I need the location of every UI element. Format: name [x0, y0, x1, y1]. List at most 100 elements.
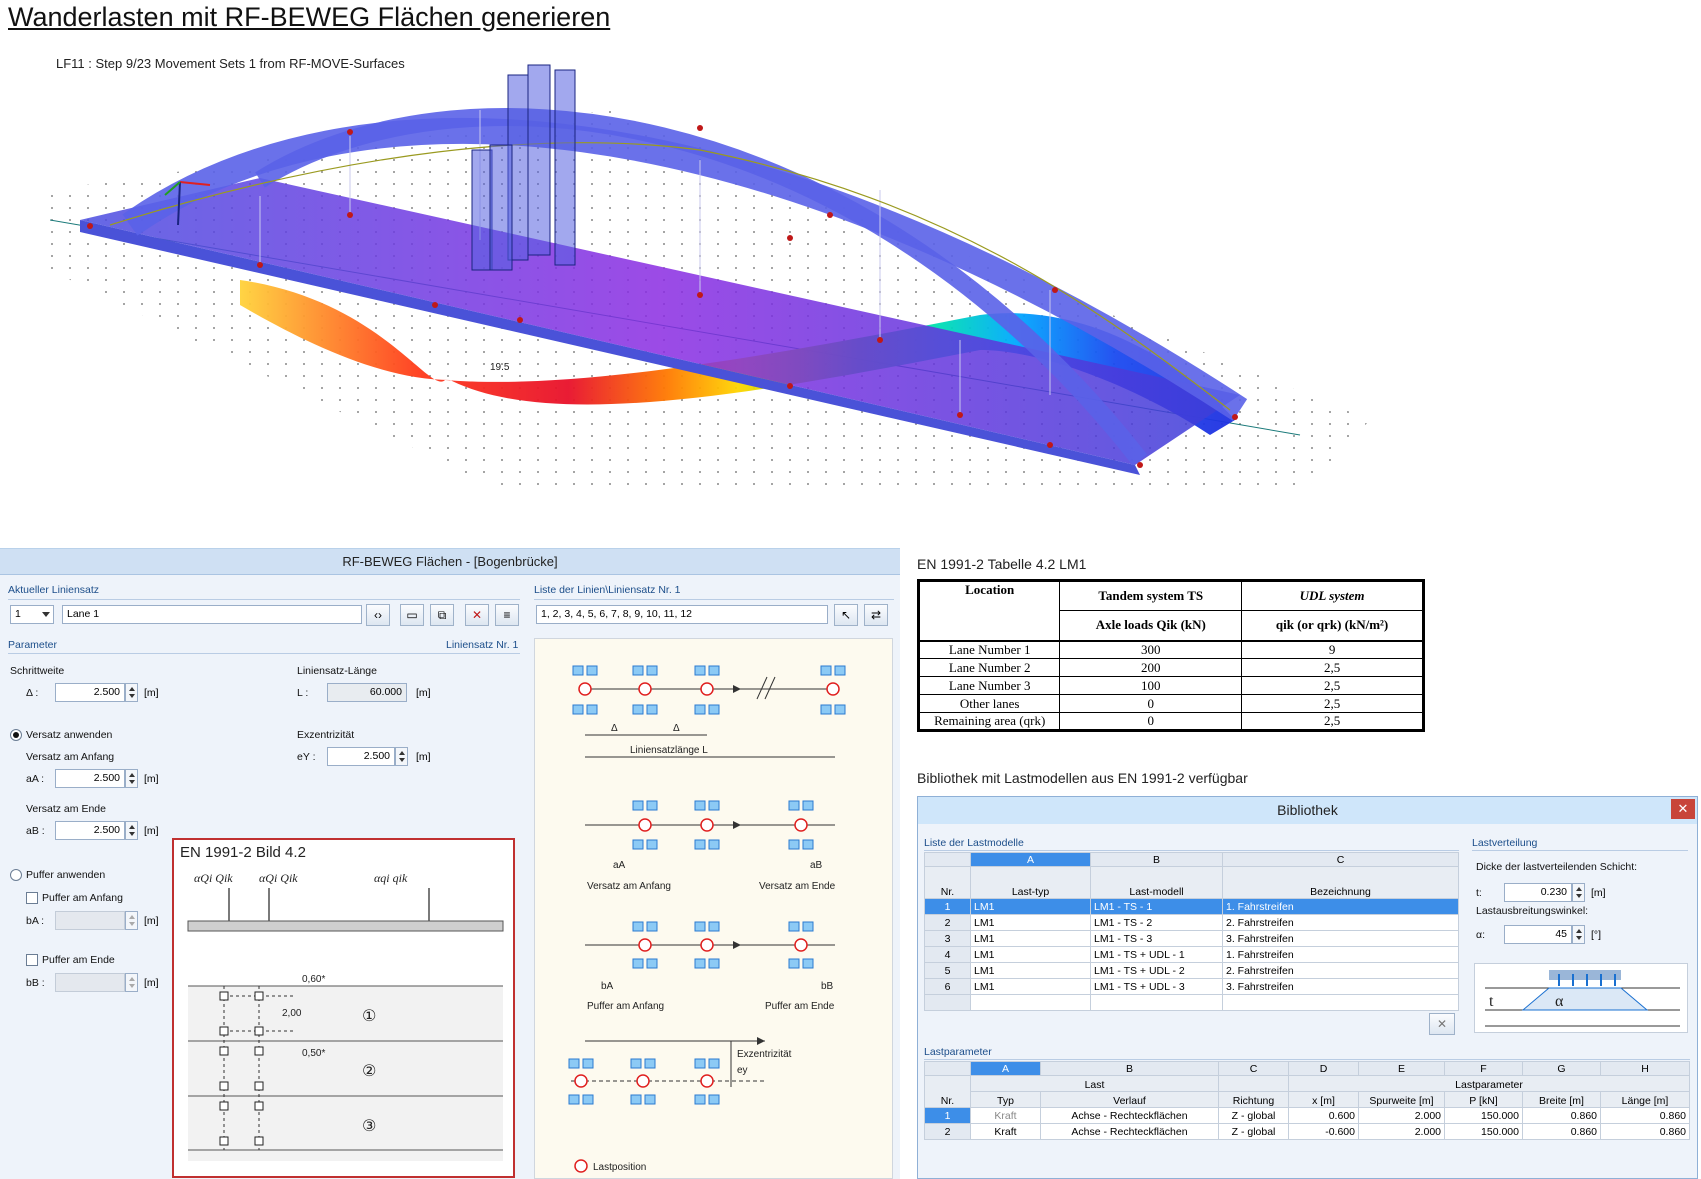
- prev-next-set-button[interactable]: ‹›: [366, 604, 390, 626]
- new-set-button[interactable]: ▭: [400, 604, 424, 626]
- col-c-header[interactable]: C: [1222, 852, 1459, 867]
- params-table: A B C D E F G H Nr. Last Lastparameter T…: [924, 1061, 1690, 1140]
- delete-model-icon[interactable]: ✕: [1429, 1013, 1455, 1035]
- library-caption: Bibliothek mit Lastmodellen aus EN 1991-…: [917, 770, 1248, 786]
- step-input[interactable]: 2.500: [55, 683, 125, 702]
- col-header[interactable]: B: [1040, 1061, 1219, 1076]
- angle-input[interactable]: 45: [1504, 925, 1572, 944]
- set-number-select[interactable]: 1: [10, 605, 54, 624]
- table-row: Lane Number 2 200 2,5: [917, 658, 1424, 677]
- row-nr: 2: [924, 1123, 971, 1140]
- buffer-end-symbol: bB :: [26, 977, 45, 989]
- group-divider: [8, 653, 520, 654]
- length-value: 60.000: [327, 683, 407, 702]
- buffer-end-input[interactable]: [55, 973, 125, 992]
- col-header[interactable]: C: [1218, 1061, 1289, 1076]
- thickness-spinner[interactable]: [1572, 883, 1585, 902]
- models-group-label: Liste der Lastmodelle: [924, 837, 1024, 849]
- table-row[interactable]: 1 Kraft Achse - Rechteckflächen Z - glob…: [924, 1107, 1690, 1124]
- p-header: P [kN]: [1444, 1091, 1523, 1108]
- col-header[interactable]: F: [1444, 1061, 1523, 1076]
- offset-start-label: Versatz am Anfang: [26, 751, 115, 763]
- buffer-start-caption: Puffer am Anfang: [587, 1001, 664, 1012]
- set-number-value: 1: [15, 608, 21, 620]
- col-header[interactable]: A: [970, 1061, 1041, 1076]
- offset-end-input[interactable]: 2.500: [55, 821, 125, 840]
- model-viewport[interactable]: 19.5 LF11 : Step 9/23 Movement Sets 1 fr…: [49, 50, 1420, 545]
- qik-header: qik (or qrk) (kN/m²): [1241, 610, 1424, 641]
- eccentricity-spinner[interactable]: [395, 747, 408, 766]
- col-header[interactable]: G: [1522, 1061, 1601, 1076]
- axle-loads-header: Axle loads Qik (kN): [1059, 610, 1243, 641]
- row-udl: 2,5: [1241, 712, 1424, 731]
- buffer-end-checkbox[interactable]: [26, 954, 38, 966]
- row-spur: 2.000: [1358, 1123, 1445, 1140]
- row-type: LM1: [970, 914, 1091, 931]
- alpha-letter: α: [1555, 993, 1564, 1010]
- eccentricity-label: Exzentrizität: [297, 729, 355, 741]
- ey-label: ey: [737, 1065, 748, 1076]
- dim-mid-label: 2,00: [282, 1008, 302, 1019]
- row-nr: 2: [924, 914, 971, 931]
- row-location: Lane Number 3: [917, 676, 1061, 695]
- row-richtung: Z - global: [1218, 1123, 1289, 1140]
- viewport-caption: LF11 : Step 9/23 Movement Sets 1 from RF…: [56, 56, 405, 71]
- max-value-label: 19.5: [490, 362, 510, 373]
- row-udl: 2,5: [1241, 676, 1424, 695]
- bA-label: bA: [601, 981, 614, 992]
- step-spinner[interactable]: [125, 683, 138, 702]
- table-row[interactable]: 6 LM1 LM1 - TS + UDL - 3 3. Fahrstreifen: [924, 978, 1459, 995]
- table-row[interactable]: 1 LM1 LM1 - TS - 1 1. Fahrstreifen: [924, 898, 1459, 915]
- delta-label-1: Δ: [611, 723, 618, 734]
- pick-lines-button[interactable]: ↖: [834, 604, 858, 626]
- buffer-start-checkbox[interactable]: [26, 892, 38, 904]
- delete-set-icon[interactable]: ✕: [465, 604, 489, 626]
- buffer-start-spinner[interactable]: [125, 911, 138, 930]
- thickness-input[interactable]: 0.230: [1504, 883, 1572, 902]
- row-typ[interactable]: Kraft: [970, 1107, 1041, 1124]
- set-name-field[interactable]: Lane 1: [62, 605, 362, 624]
- col-a-header[interactable]: A: [970, 852, 1091, 867]
- reverse-direction-button[interactable]: ⇄: [864, 604, 888, 626]
- row-model: LM1 - TS - 2: [1090, 914, 1223, 931]
- row-nr: 3: [924, 930, 971, 947]
- offset-start-spinner[interactable]: [125, 769, 138, 788]
- x-header: x [m]: [1288, 1091, 1359, 1108]
- row-location: Remaining area (qrk): [917, 712, 1061, 731]
- movement-diagram-panel: Δ Δ Liniensatzlänge L aA aB Versatz am A…: [534, 638, 893, 1179]
- copy-set-button[interactable]: ⧉: [430, 604, 454, 626]
- table-row[interactable]: 5 LM1 LM1 - TS + UDL - 2 2. Fahrstreifen: [924, 962, 1459, 979]
- table-row[interactable]: 2 LM1 LM1 - TS - 2 2. Fahrstreifen: [924, 914, 1459, 931]
- table-row[interactable]: 2 Kraft Achse - Rechteckflächen Z - glob…: [924, 1123, 1690, 1140]
- set-list-button[interactable]: ≡: [495, 604, 519, 626]
- offset-apply-label: Versatz anwenden: [26, 729, 113, 741]
- offset-end-spinner[interactable]: [125, 821, 138, 840]
- row-model: LM1 - TS + UDL - 1: [1090, 946, 1223, 963]
- group-divider: [8, 599, 520, 600]
- row-nr: 4: [924, 946, 971, 963]
- buffer-apply-radio[interactable]: [10, 869, 22, 881]
- row-typ: Kraft: [970, 1123, 1041, 1140]
- lane-figure-drawing: αQi Qik αQi Qik αqi qik 0,60* 2,00 0,50*…: [187, 871, 504, 1161]
- buffer-end-spinner[interactable]: [125, 973, 138, 992]
- aB-label: aB: [810, 860, 823, 871]
- col-header[interactable]: E: [1358, 1061, 1445, 1076]
- eccentricity-input[interactable]: 2.500: [327, 747, 395, 766]
- group-divider: [924, 1059, 1690, 1060]
- col-header[interactable]: D: [1288, 1061, 1359, 1076]
- col-b-header[interactable]: B: [1090, 852, 1223, 867]
- close-icon[interactable]: ✕: [1671, 799, 1695, 819]
- offset-start-input[interactable]: 2.500: [55, 769, 125, 788]
- offset-apply-radio[interactable]: [10, 729, 22, 741]
- buffer-start-input[interactable]: [55, 911, 125, 930]
- line-list-field[interactable]: 1, 2, 3, 4, 5, 6, 7, 8, 9, 10, 11, 12: [536, 605, 828, 624]
- angle-symbol: α:: [1476, 929, 1485, 941]
- nr-header: Nr.: [924, 866, 971, 899]
- row-nr: 5: [924, 962, 971, 979]
- angle-spinner[interactable]: [1572, 925, 1585, 944]
- table-row[interactable]: 3 LM1 LM1 - TS - 3 3. Fahrstreifen: [924, 930, 1459, 947]
- offset-end-symbol: aB :: [26, 825, 45, 837]
- col-header[interactable]: H: [1600, 1061, 1690, 1076]
- table-row[interactable]: 4 LM1 LM1 - TS + UDL - 1 1. Fahrstreifen: [924, 946, 1459, 963]
- line-list-group-label: Liste der Linien\Liniensatz Nr. 1: [534, 584, 681, 596]
